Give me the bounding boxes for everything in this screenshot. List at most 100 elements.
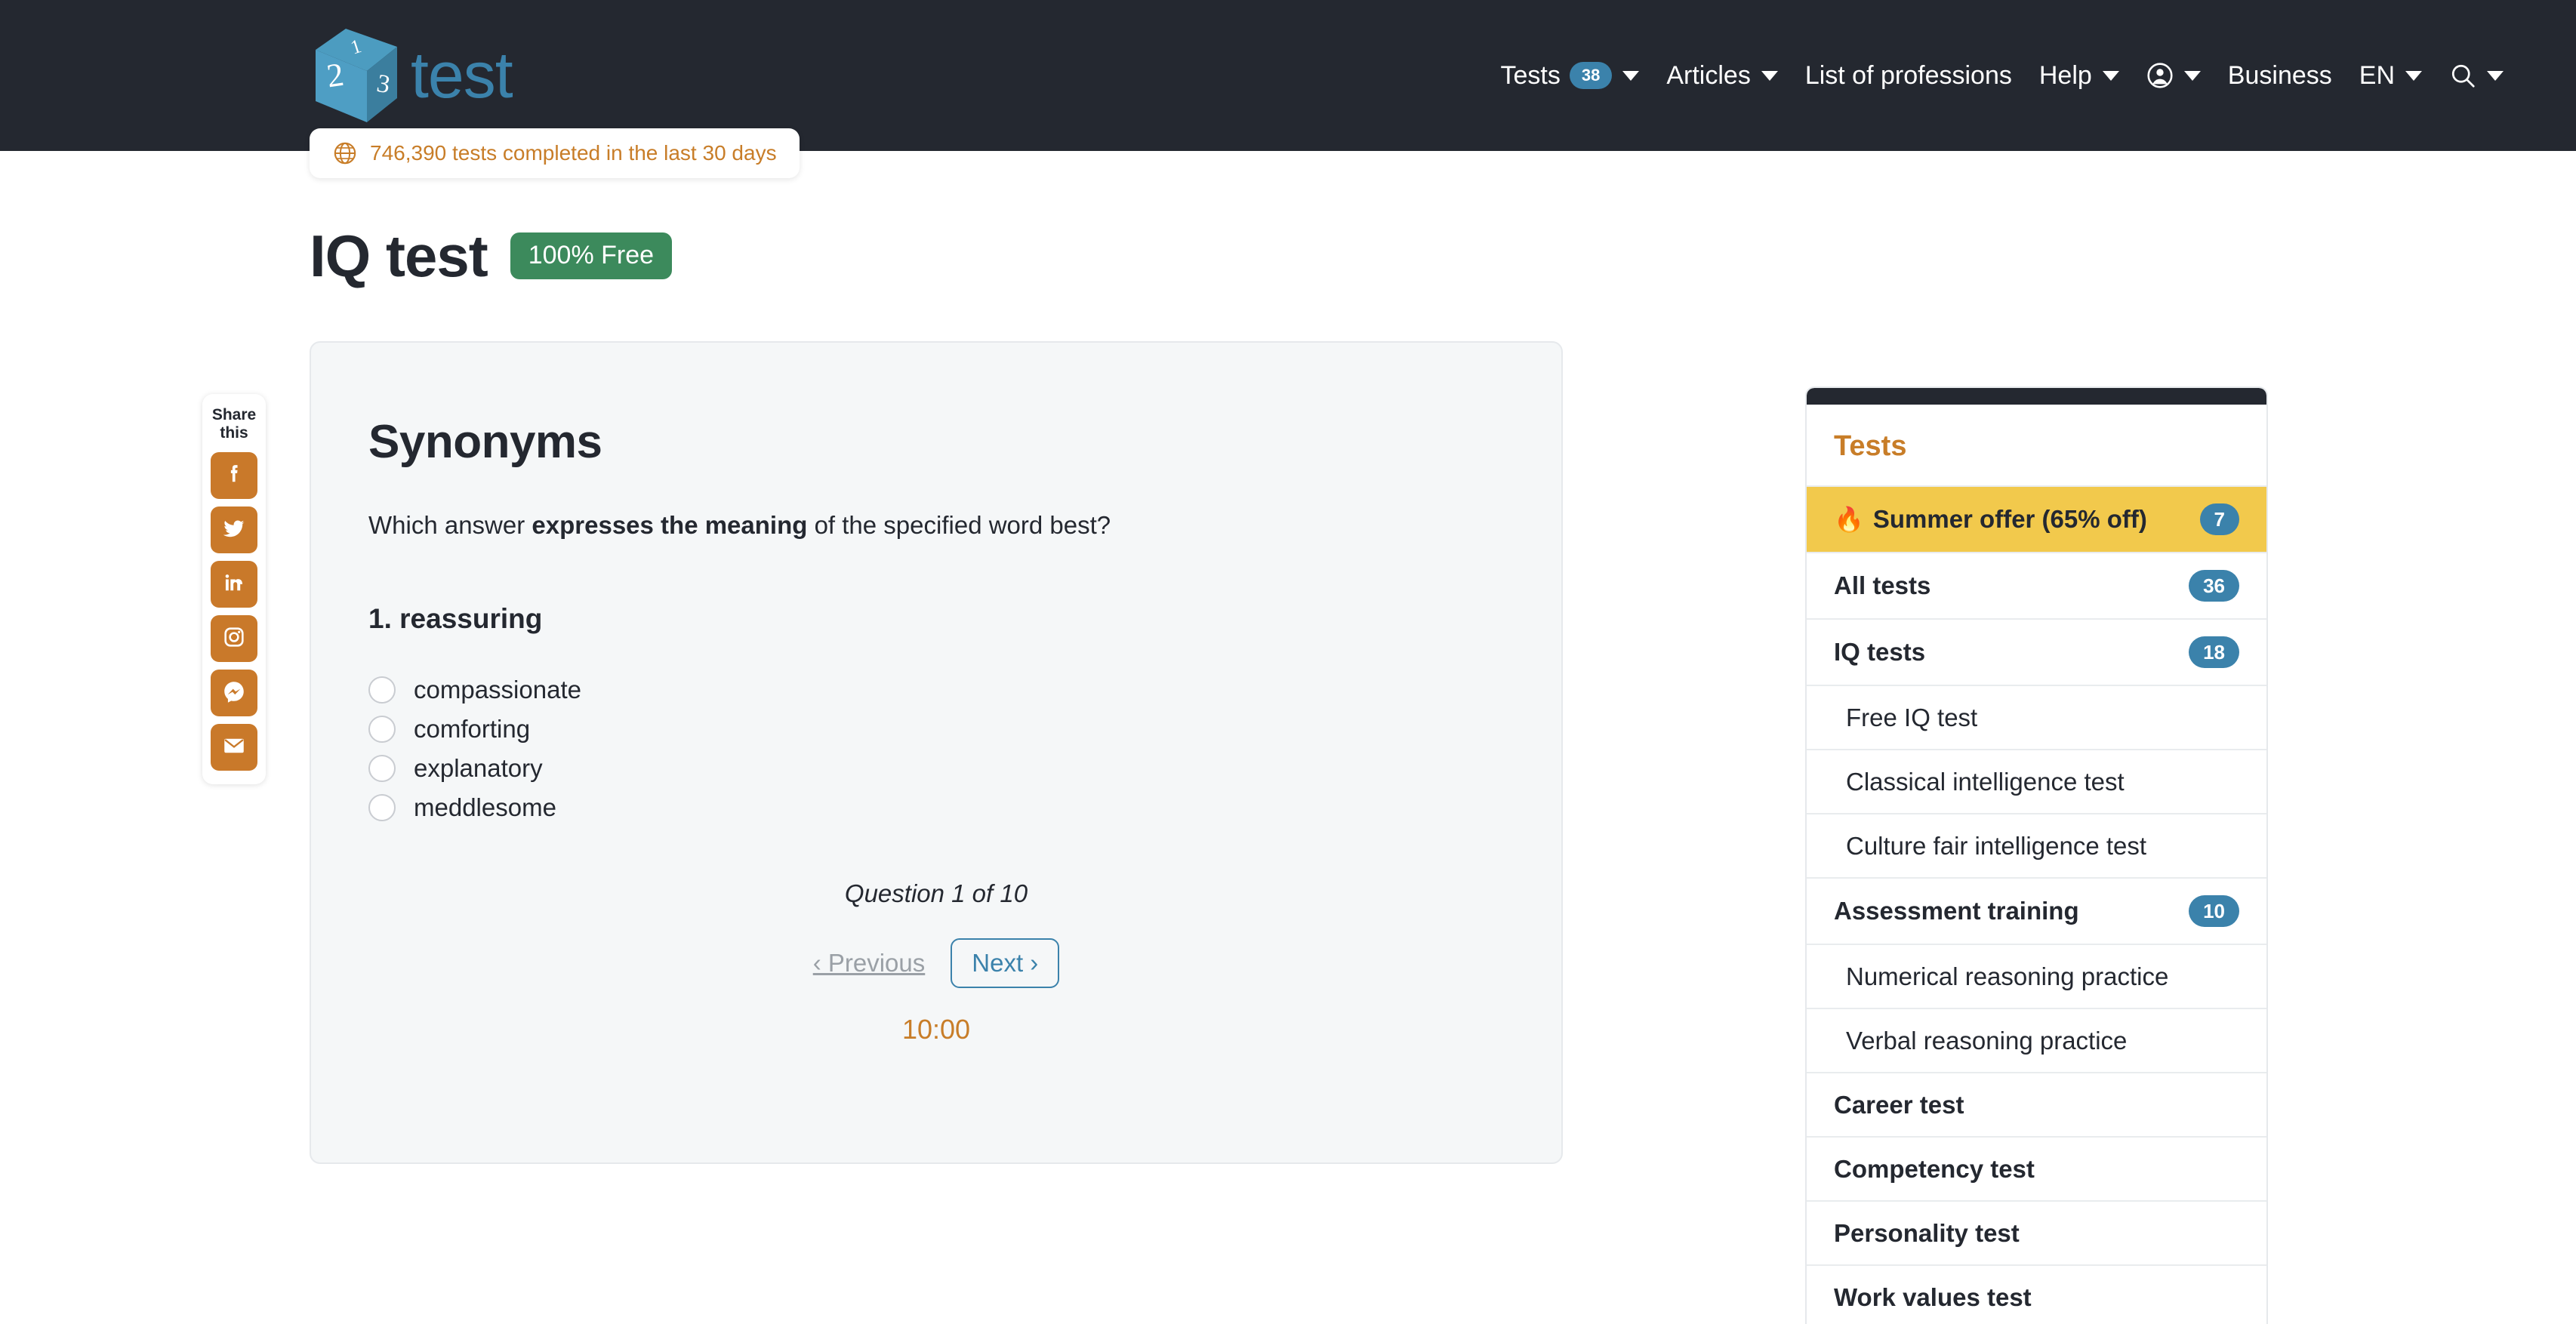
brand-word: test [411, 39, 513, 112]
sidebar-item-numerical-reasoning-practice[interactable]: Numerical reasoning practice [1807, 944, 2266, 1008]
sidebar-item-free-iq-test[interactable]: Free IQ test [1807, 685, 2266, 749]
sidebar-item-iq-tests[interactable]: IQ tests 18 [1807, 618, 2266, 685]
countdown-timer: 10:00 [901, 1014, 971, 1045]
radio-button[interactable] [368, 794, 396, 821]
sidebar-top-bar [1807, 388, 2266, 405]
messenger-icon [221, 679, 247, 708]
linkedin-share-button[interactable] [211, 561, 257, 608]
instagram-icon [221, 624, 247, 654]
sidebar-item-label: Assessment training [1834, 897, 2079, 925]
sidebar-item-label: Career test [1834, 1090, 1964, 1119]
sidebar-item-culture-fair-intelligence-test[interactable]: Culture fair intelligence test [1807, 813, 2266, 877]
share-rail: Share this [202, 394, 266, 785]
globe-icon [332, 140, 358, 166]
answer-option-label: comforting [414, 715, 531, 743]
nav-item-tests[interactable]: Tests 38 [1487, 54, 1653, 98]
answer-option[interactable]: comforting [368, 715, 1531, 744]
question-word: 1. reassuring [368, 603, 543, 634]
free-badge: 100% Free [510, 232, 673, 279]
facebook-icon [221, 461, 247, 491]
prompt-text-bold: expresses the meaning [532, 511, 808, 539]
nav-item-articles[interactable]: Articles [1653, 54, 1791, 98]
chevron-down-icon [1622, 70, 1640, 81]
search-icon [2449, 62, 2476, 89]
sidebar-item-label: Numerical reasoning practice [1846, 962, 2169, 990]
linkedin-icon [221, 570, 247, 599]
nav-item-label: Articles [1666, 60, 1751, 90]
question-navigation: ‹ Previous Next › [341, 938, 1531, 989]
brand-logo-link[interactable]: 2 1 3 test [310, 23, 513, 128]
nav-item-search[interactable] [2436, 54, 2517, 97]
sidebar-item-career-test[interactable]: Career test [1807, 1072, 2266, 1136]
sidebar-item-label: Culture fair intelligence test [1846, 831, 2147, 860]
radio-button[interactable] [368, 755, 396, 782]
sidebar-item-label: Competency test [1834, 1154, 2035, 1183]
sidebar-item-badge: 7 [2199, 503, 2239, 535]
sidebar-item-label: Summer offer (65% off) [1872, 505, 2147, 533]
sidebar-item-all-tests[interactable]: All tests 36 [1807, 552, 2266, 618]
question-footer: Question 1 of 10 ‹ Previous Next › 10:00 [341, 879, 1531, 1045]
tests-sidebar: Tests 🔥 Summer offer (65% off) 7 All tes… [1805, 386, 2268, 1324]
nav-item-help[interactable]: Help [2026, 54, 2133, 98]
email-share-button[interactable] [211, 724, 257, 771]
nav-item-account[interactable] [2133, 54, 2214, 97]
twitter-icon [221, 516, 247, 545]
facebook-share-button[interactable] [211, 452, 257, 500]
radio-button[interactable] [368, 676, 396, 704]
share-rail-label: Share this [212, 406, 256, 442]
answer-options-list: compassionate comforting explanatory med… [368, 676, 1531, 822]
answer-option-label: compassionate [414, 676, 581, 704]
radio-button[interactable] [368, 716, 396, 743]
chevron-down-icon [2487, 70, 2504, 81]
sidebar-item-label-wrap: 🔥 Summer offer (65% off) [1834, 505, 2147, 534]
nav-item-list-of-professions[interactable]: List of professions [1792, 54, 2026, 98]
previous-button[interactable]: ‹ Previous [813, 949, 926, 978]
main-navigation: Tests 38 Articles List of professions He… [1487, 54, 2517, 98]
nav-item-business[interactable]: Business [2214, 54, 2346, 98]
sidebar-item-verbal-reasoning-practice[interactable]: Verbal reasoning practice [1807, 1008, 2266, 1072]
answer-option-label: meddlesome [414, 793, 556, 821]
chevron-down-icon [2102, 70, 2119, 81]
messenger-share-button[interactable] [211, 670, 257, 717]
sidebar-item-badge: 18 [2189, 636, 2239, 668]
sidebar-item-badge: 10 [2189, 895, 2239, 927]
nav-tests-count-badge: 38 [1569, 62, 1613, 89]
sidebar-item-competency-test[interactable]: Competency test [1807, 1136, 2266, 1200]
sidebar-item-work-values-test[interactable]: Work values test [1807, 1264, 2266, 1324]
question-category-heading: Synonyms [368, 416, 602, 468]
sidebar-item-label: Work values test [1834, 1282, 2032, 1311]
site-header: 2 1 3 test Tests 38 Articles List of pro… [0, 0, 2576, 178]
share-label-line2: this [220, 423, 248, 442]
sidebar-item-label: All tests [1834, 571, 1931, 599]
answer-option-label: explanatory [414, 754, 543, 782]
nav-item-language[interactable]: EN [2346, 54, 2436, 98]
sidebar-item-label: IQ tests [1834, 638, 1926, 666]
sidebar-item-badge: 36 [2189, 570, 2239, 602]
answer-option[interactable]: explanatory [368, 754, 1531, 783]
nav-item-label: Tests [1500, 60, 1561, 90]
nav-item-label: Help [2038, 60, 2092, 90]
question-counter: Question 1 of 10 [844, 879, 1028, 907]
envelope-icon [221, 733, 247, 762]
nav-item-label: List of professions [1804, 60, 2012, 90]
nav-item-label: EN [2359, 60, 2395, 90]
stats-text: 746,390 tests completed in the last 30 d… [370, 141, 777, 165]
chevron-down-icon [1761, 70, 1778, 81]
next-button[interactable]: Next › [951, 938, 1060, 989]
instagram-share-button[interactable] [211, 615, 257, 663]
sidebar-item-summer-offer[interactable]: 🔥 Summer offer (65% off) 7 [1807, 485, 2266, 552]
sidebar-item-label: Free IQ test [1846, 703, 1978, 731]
stats-pill: 746,390 tests completed in the last 30 d… [310, 128, 800, 178]
sidebar-item-assessment-training[interactable]: Assessment training 10 [1807, 877, 2266, 944]
page-title: IQ test [310, 223, 488, 289]
page-body: Share this IQ test 100% Free Synonyms Wh… [0, 151, 2576, 1324]
question-card: Synonyms Which answer expresses the mean… [310, 341, 1563, 1164]
sidebar-item-classical-intelligence-test[interactable]: Classical intelligence test [1807, 749, 2266, 813]
cube-logo-123-icon: 2 1 3 [310, 23, 403, 128]
twitter-share-button[interactable] [211, 507, 257, 554]
chevron-down-icon [2183, 70, 2201, 81]
answer-option[interactable]: compassionate [368, 676, 1531, 704]
answer-option[interactable]: meddlesome [368, 793, 1531, 822]
sidebar-item-personality-test[interactable]: Personality test [1807, 1200, 2266, 1264]
main-content: IQ test 100% Free Synonyms Which answer … [310, 226, 1563, 1164]
